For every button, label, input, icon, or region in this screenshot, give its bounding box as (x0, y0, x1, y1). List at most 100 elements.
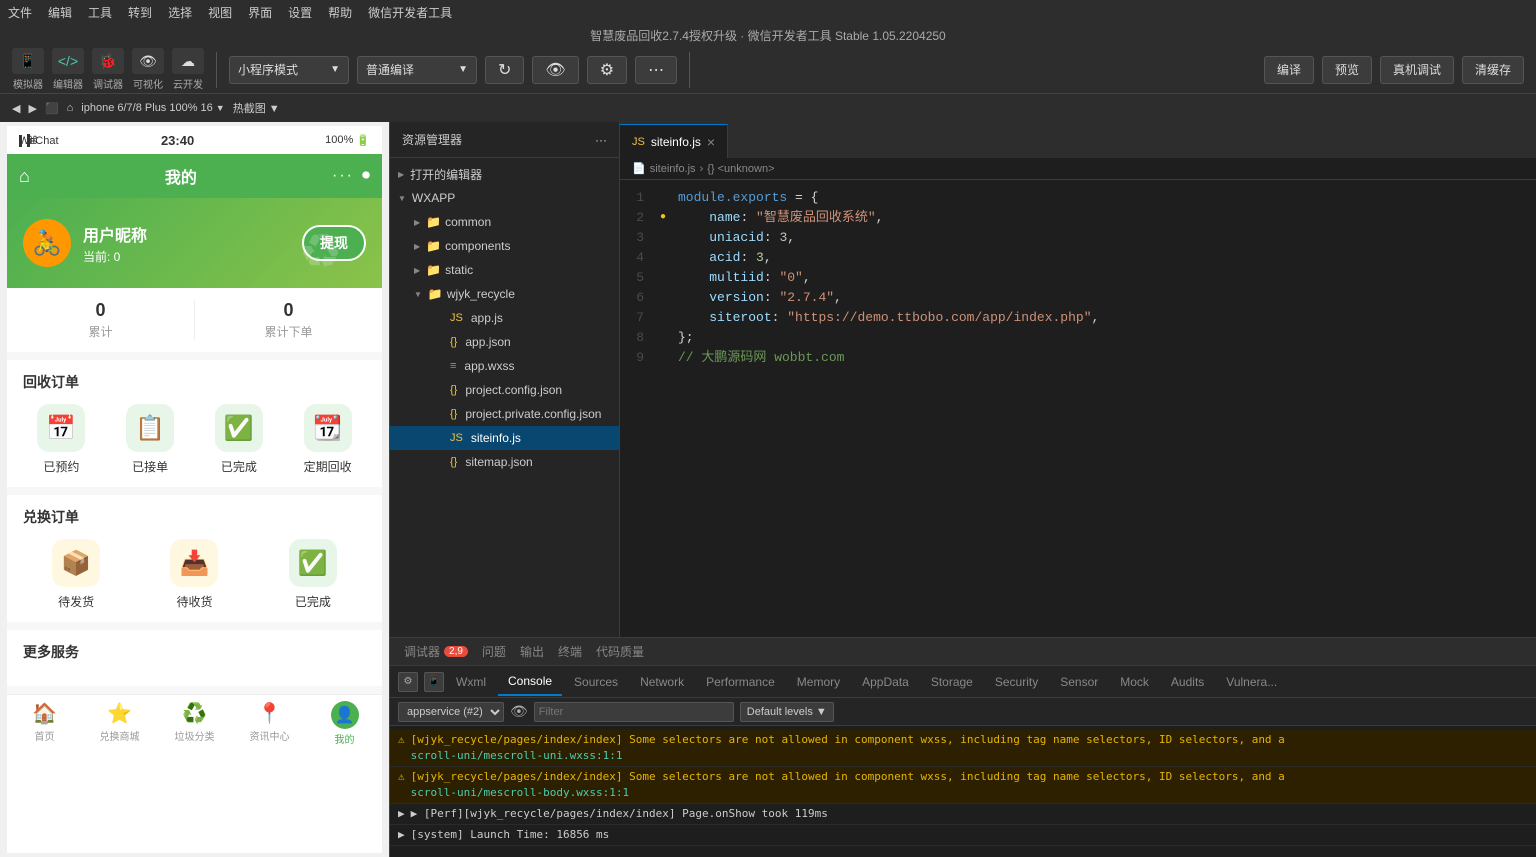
order-periodic[interactable]: 📆 定期回收 (289, 404, 366, 475)
refresh-btn[interactable]: ↻ (485, 56, 524, 84)
fm-app-json[interactable]: {} app.json (390, 330, 619, 354)
fm-project-private-config[interactable]: {} project.private.config.json (390, 402, 619, 426)
order-reserved[interactable]: 📅 已预约 (23, 404, 100, 475)
real-debug-btn[interactable]: 真机调试 (1380, 56, 1454, 84)
devtools-tab-storage[interactable]: Storage (921, 668, 983, 696)
phone-more-icon[interactable]: ··· (332, 167, 354, 185)
console-message-0: ⚠[wjyk_recycle/pages/index/index] Some s… (390, 730, 1536, 767)
preview-btn[interactable]: 预览 (1322, 56, 1372, 84)
devtools-tab-memory[interactable]: Memory (787, 668, 850, 696)
compile-label: 普通编译 (366, 61, 414, 78)
fm-common[interactable]: ▶ 📁 common (390, 210, 619, 234)
fm-wxapp[interactable]: ▼ WXAPP (390, 186, 619, 210)
back-btn[interactable]: ◀ (12, 102, 20, 115)
devtools-tab-performance[interactable]: Performance (696, 668, 785, 696)
debugger-btn[interactable]: 🐞 调试器 (92, 48, 124, 91)
devtools-tab-vulnerabilities[interactable]: Vulnera... (1216, 668, 1287, 696)
editor-btn[interactable]: </> 编辑器 (52, 48, 84, 91)
issues-tab[interactable]: 问题 (476, 643, 512, 660)
clear-btn[interactable]: 清缓存 (1462, 56, 1524, 84)
more-btn[interactable]: ⋯ (635, 56, 677, 84)
menu-file[interactable]: 文件 (8, 4, 32, 21)
order-accepted[interactable]: 📋 已接单 (112, 404, 189, 475)
order-completed-icon: ✅ (215, 404, 263, 452)
nav-news-icon: 📍 (257, 701, 282, 726)
home-btn[interactable]: ⌂ (67, 102, 74, 114)
translate-btn[interactable]: 编译 (1264, 56, 1314, 84)
exchange-pending-ship-label: 待发货 (58, 593, 94, 610)
nav-exchange[interactable]: ⭐ 兑换商城 (82, 701, 157, 746)
devtools-tab-network[interactable]: Network (630, 668, 694, 696)
devtools-tab-security[interactable]: Security (985, 668, 1048, 696)
devtools-tab-sensor[interactable]: Sensor (1050, 668, 1108, 696)
fm-components[interactable]: ▶ 📁 components (390, 234, 619, 258)
order-completed[interactable]: ✅ 已完成 (201, 404, 278, 475)
hot-reload-btn[interactable]: 热截图 ▼ (233, 100, 280, 116)
menu-select[interactable]: 选择 (168, 4, 192, 21)
devtools-tab-appdata[interactable]: AppData (852, 668, 919, 696)
devtools-phone-icon[interactable]: 📱 (424, 672, 444, 692)
code-area[interactable]: 1module.exports = {2● name: "智慧废品回收系统",3… (620, 180, 1536, 637)
fm-app-js[interactable]: JS app.js (390, 306, 619, 330)
fm-siteinfo-js[interactable]: JS siteinfo.js (390, 426, 619, 450)
nav-home[interactable]: 🏠 首页 (7, 701, 82, 746)
menu-edit[interactable]: 编辑 (48, 4, 72, 21)
menu-settings[interactable]: 设置 (288, 4, 312, 21)
devtools-settings-icon[interactable]: ⚙ (398, 672, 418, 692)
menu-tools[interactable]: 工具 (88, 4, 112, 21)
code-quality-tab[interactable]: 代码质量 (590, 643, 650, 660)
menu-interface[interactable]: 界面 (248, 4, 272, 21)
menu-goto[interactable]: 转到 (128, 4, 152, 21)
device-selector[interactable]: iphone 6/7/8 Plus 100% 16 ▼ (81, 102, 224, 114)
fm-sitemap-json[interactable]: {} sitemap.json (390, 450, 619, 474)
compile-dropdown[interactable]: 普通编译 ▼ (357, 56, 477, 84)
debugger-tab[interactable]: 调试器 2,9 (398, 643, 474, 660)
file-manager-open-editors: ▶ 打开的编辑器 ▼ WXAPP ▶ 📁 common (390, 158, 619, 478)
simulator-btn[interactable]: 📱 模拟器 (12, 48, 44, 91)
exchange-pending-ship[interactable]: 📦 待发货 (23, 539, 129, 610)
output-tab[interactable]: 输出 (514, 643, 550, 660)
fm-wjyk-recycle[interactable]: ▼ 📁 wjyk_recycle (390, 282, 619, 306)
fm-open-editors[interactable]: ▶ 打开的编辑器 (390, 162, 619, 186)
devtools-tab-wxml[interactable]: Wxml (446, 668, 496, 696)
file-manager-more-icon[interactable]: ··· (595, 133, 607, 147)
devtools-tab-audits[interactable]: Audits (1161, 668, 1214, 696)
editor-tab-siteinfo[interactable]: JS siteinfo.js × (620, 124, 728, 158)
fm-project-config[interactable]: {} project.config.json (390, 378, 619, 402)
context-selector[interactable]: appservice (#2) (398, 702, 504, 722)
menu-help[interactable]: 帮助 (328, 4, 352, 21)
cloud-btn[interactable]: ☁ 云开发 (172, 48, 204, 91)
nav-news[interactable]: 📍 资讯中心 (232, 701, 307, 746)
phone-content[interactable]: 🚴 用户昵称 当前: 0 提现 ♻ 0 累计 (7, 198, 382, 750)
forward-btn[interactable]: ▶ (28, 102, 36, 115)
nav-mine[interactable]: 👤 我的 (307, 701, 382, 746)
msg-link-0[interactable]: scroll-uni/mescroll-uni.wxss:1:1 (411, 749, 623, 762)
js-icon: JS (450, 312, 463, 324)
exchange-completed[interactable]: ✅ 已完成 (260, 539, 366, 610)
order-reserved-label: 已预约 (43, 458, 79, 475)
exchange-pending-receive[interactable]: 📥 待收货 (141, 539, 247, 610)
filter-input[interactable] (534, 702, 734, 722)
terminal-tab[interactable]: 终端 (552, 643, 588, 660)
tab-close-icon[interactable]: × (707, 134, 715, 150)
msg-link-1[interactable]: scroll-uni/mescroll-body.wxss:1:1 (411, 786, 630, 799)
mode-dropdown[interactable]: 小程序模式 ▼ (229, 56, 349, 84)
devtools-tab-sources[interactable]: Sources (564, 668, 628, 696)
preview-mode-btn[interactable]: 👁 (532, 56, 578, 84)
visual-btn[interactable]: 👁 可视化 (132, 48, 164, 91)
devtools-tab-console[interactable]: Console (498, 668, 562, 696)
menu-wechat-tools[interactable]: 微信开发者工具 (368, 4, 452, 21)
debugger-label: 调试器 (93, 76, 123, 91)
fm-app-wxss[interactable]: ≡ app.wxss (390, 354, 619, 378)
fm-static[interactable]: ▶ 📁 static (390, 258, 619, 282)
settings-btn[interactable]: ⚙ (587, 56, 627, 84)
stop-btn[interactable]: ⬛ (45, 102, 59, 115)
level-dropdown[interactable]: Default levels ▼ (740, 702, 834, 722)
breadcrumb-sep: › (700, 163, 704, 175)
context-eye-icon[interactable]: 👁 (510, 703, 528, 720)
nav-recycle[interactable]: ♻️ 垃圾分类 (157, 701, 232, 746)
menu-view[interactable]: 视图 (208, 4, 232, 21)
code-line-9: 9// 大鹏源码网 wobbt.com (620, 348, 1536, 368)
folder-icon-2: 📁 (426, 239, 441, 253)
devtools-tab-mock[interactable]: Mock (1110, 668, 1159, 696)
